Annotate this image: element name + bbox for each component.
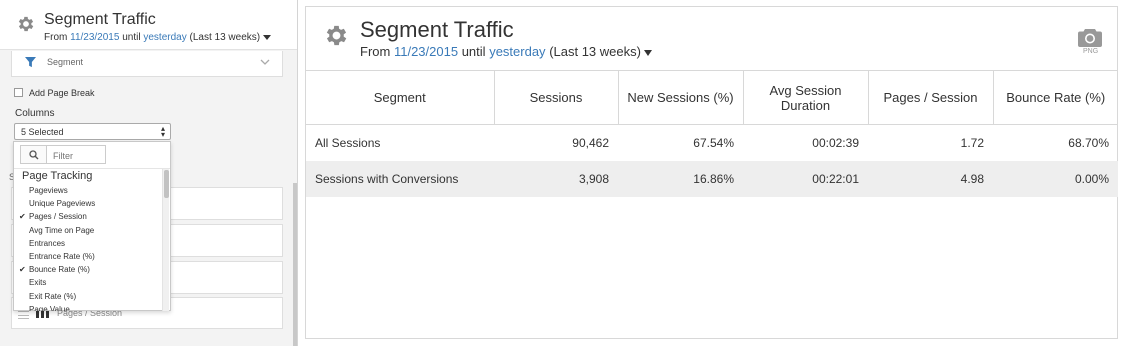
editor-date-range[interactable]: From 11/23/2015 until yesterday (Last 13…	[44, 32, 272, 43]
check-icon: ✔	[19, 212, 26, 222]
dropdown-option[interactable]: Pageviews	[19, 186, 159, 199]
dropdown-option-label: Bounce Rate (%)	[29, 265, 90, 275]
widget-date-range[interactable]: From 11/23/2015 until yesterday (Last 13…	[360, 44, 652, 59]
chevron-down-icon[interactable]	[263, 34, 272, 40]
table-cell: 68.70%	[1068, 135, 1109, 150]
table-cell: 90,462	[572, 135, 609, 150]
table-cell: 16.86%	[618, 160, 743, 197]
editor-title: Segment Traffic	[44, 11, 156, 28]
table-cell: 3,908	[494, 160, 618, 197]
widget-title: Segment Traffic	[360, 17, 514, 42]
png-export-label[interactable]: PNG	[1083, 48, 1098, 55]
columns-select[interactable]: 5 Selected ▴ ▾	[14, 123, 171, 140]
dropdown-list: Page Tracking Pageviews Unique Pageviews ✔…	[14, 169, 162, 311]
range-prefix: From	[44, 32, 68, 43]
dropdown-option-label: Entrances	[29, 238, 66, 248]
dropdown-option[interactable]: ✔ Pages / Session	[19, 212, 159, 225]
table-row: Sessions with Conversions 3,908 16.86% 0…	[306, 160, 1118, 197]
table-cell: 67.54%	[693, 135, 734, 150]
widget-preview-panel: Segment Traffic From 11/23/2015 until ye…	[305, 6, 1118, 339]
segment-filter-row[interactable]: Segment	[11, 51, 283, 77]
table-cell: All Sessions	[315, 135, 381, 150]
columns-label: Columns	[15, 108, 55, 119]
range-prefix: From	[360, 44, 391, 59]
filter-input[interactable]	[46, 145, 106, 164]
dropdown-option-label: Page Value	[29, 304, 70, 311]
gear-icon[interactable]	[16, 14, 36, 34]
search-icon-box	[20, 145, 46, 164]
page-break-label: Add Page Break	[29, 88, 95, 98]
until-text: until	[122, 32, 141, 43]
select-arrows-icon: ▴ ▾	[160, 124, 165, 139]
dropdown-option[interactable]: Exits	[19, 278, 159, 291]
camera-icon[interactable]	[1078, 27, 1102, 47]
page-break-checkbox[interactable]	[14, 88, 23, 97]
start-date-link[interactable]: 11/23/2015	[394, 44, 458, 59]
columns-dropdown: Page Tracking PageviewsUnique Pageviews✔…	[13, 141, 171, 311]
gear-icon[interactable]	[323, 22, 350, 49]
table-header-row: Segment Sessions New Sessions (%) Avg Se…	[306, 70, 1118, 125]
columns-select-value: 5 Selected	[21, 127, 64, 137]
column-header[interactable]: New Sessions (%)	[617, 70, 743, 125]
drag-handle-icon[interactable]	[18, 311, 29, 319]
dropdown-option-label: Avg Time on Page	[29, 225, 95, 235]
dropdown-option[interactable]: Page Value	[19, 305, 159, 311]
end-date-link[interactable]: yesterday	[143, 32, 186, 43]
range-note: (Last 13 weeks)	[189, 32, 261, 43]
range-note: (Last 13 weeks)	[549, 44, 641, 59]
column-header[interactable]: Avg Session Duration	[742, 70, 868, 125]
dropdown-option-label: Entrance Rate (%)	[29, 252, 95, 261]
column-header[interactable]: Pages / Session	[867, 70, 993, 125]
end-date-link[interactable]: yesterday	[489, 44, 545, 59]
chevron-down-icon[interactable]	[260, 57, 270, 67]
editor-header: Segment Traffic From 11/23/2015 until ye…	[0, 0, 297, 50]
check-icon: ✔	[19, 265, 26, 275]
table-cell: 00:22:01	[743, 160, 868, 197]
segment-filter-label: Segment	[47, 57, 84, 67]
table-cell: 1.72	[960, 135, 984, 150]
dropdown-option-label: Exit Rate (%)	[29, 291, 77, 301]
column-header[interactable]: Sessions	[493, 70, 618, 125]
chevron-down-icon[interactable]	[643, 49, 652, 56]
dropdown-option[interactable]: Unique Pageviews	[19, 199, 159, 212]
data-table: Segment Sessions New Sessions (%) Avg Se…	[306, 70, 1118, 197]
until-text: until	[461, 44, 486, 59]
dropdown-option-label: Pages / Session	[29, 212, 87, 222]
dropdown-option[interactable]: Entrances	[19, 239, 159, 252]
search-icon	[29, 150, 39, 160]
dropdown-option-label: Exits	[29, 278, 47, 288]
dropdown-scrollbar[interactable]	[162, 169, 169, 311]
dropdown-option-label: Pageviews	[29, 186, 68, 195]
dropdown-option[interactable]: Avg Time on Page	[19, 226, 159, 239]
dropdown-group-label: Page Tracking	[22, 170, 93, 182]
column-header[interactable]: Segment	[306, 70, 494, 125]
filter-icon	[25, 57, 36, 68]
table-cell: 00:02:39	[812, 135, 859, 150]
start-date-link[interactable]: 11/23/2015	[70, 32, 119, 43]
dropdown-option[interactable]: Exit Rate (%)	[19, 292, 159, 305]
dropdown-scrollbar-thumb[interactable]	[164, 170, 169, 198]
widget-editor-panel: Segment Traffic From 11/23/2015 until ye…	[0, 0, 298, 346]
column-header[interactable]: Bounce Rate (%)	[992, 70, 1118, 125]
table-cell: Sessions with Conversions	[306, 160, 494, 197]
table-cell: 4.98	[868, 160, 993, 197]
panel-scrollbar[interactable]	[293, 183, 297, 346]
dropdown-option[interactable]: ✔ Bounce Rate (%)	[19, 265, 159, 278]
table-cell: 0.00%	[993, 160, 1118, 197]
dropdown-option-label: Unique Pageviews	[29, 199, 96, 209]
dropdown-option[interactable]: Entrance Rate (%)	[19, 252, 159, 265]
table-row: All Sessions 90,462 67.54% 00:02:39 1.72…	[306, 125, 1118, 161]
